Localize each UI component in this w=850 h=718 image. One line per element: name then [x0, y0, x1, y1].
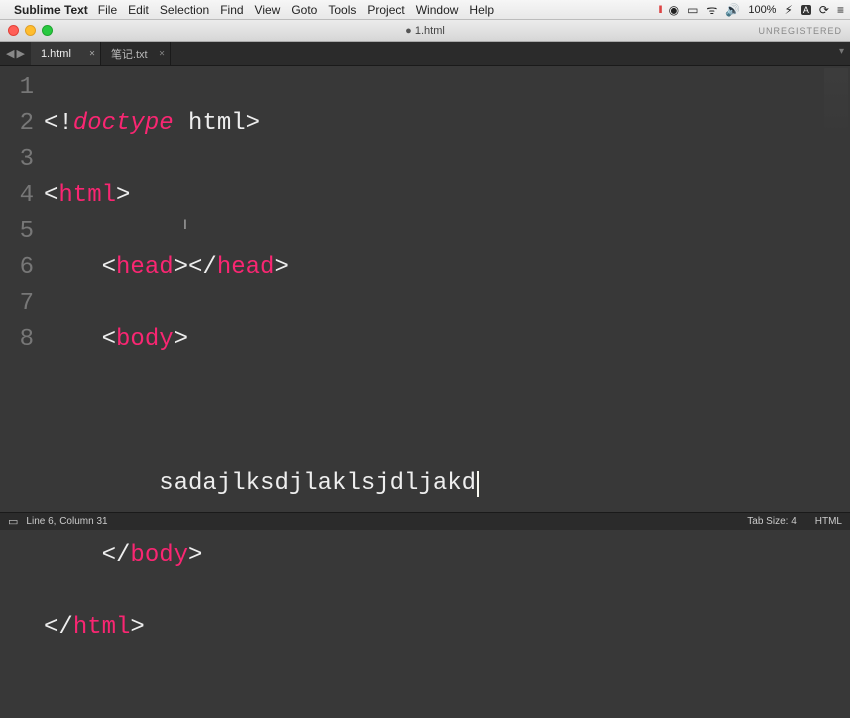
window-controls — [8, 25, 53, 36]
line-number: 5 — [0, 214, 34, 250]
tag-name: html — [58, 182, 116, 209]
menu-project[interactable]: Project — [367, 3, 404, 17]
unregistered-label: UNREGISTERED — [758, 26, 842, 36]
line-number: 6 — [0, 250, 34, 286]
macos-menubar: Sublime Text File Edit Selection Find Vi… — [0, 0, 850, 20]
menu-tools[interactable]: Tools — [328, 3, 356, 17]
indent — [44, 254, 102, 281]
wifi-icon[interactable]: ᯤ — [706, 1, 717, 18]
menu-goto[interactable]: Goto — [291, 3, 317, 17]
statusbar-panel-icon[interactable]: ▭ — [8, 515, 18, 528]
maximize-icon[interactable] — [42, 25, 53, 36]
punct: < — [102, 326, 116, 353]
dirty-indicator-icon: ● — [405, 25, 412, 37]
tab-nav-forward-icon[interactable]: ▶ — [16, 47, 24, 60]
punct: </ — [188, 254, 217, 281]
line-gutter: 1 2 3 4 5 6 7 8 — [0, 66, 44, 512]
tab-label: 1.html — [41, 48, 71, 60]
volume-icon[interactable]: 🔊 — [725, 3, 740, 17]
editor-area[interactable]: 1 2 3 4 5 6 7 8 <!doctype html> <html> <… — [0, 66, 850, 512]
punct: </ — [102, 542, 131, 569]
indent — [44, 470, 159, 497]
punct: > — [174, 326, 188, 353]
indent — [44, 398, 159, 425]
display-icon[interactable]: ▭ — [687, 3, 698, 17]
tag-name: head — [217, 254, 275, 281]
doctype-keyword: doctype — [73, 110, 174, 137]
menubar-app-name[interactable]: Sublime Text — [14, 3, 88, 17]
line-number: 7 — [0, 286, 34, 322]
punct: <! — [44, 110, 73, 137]
line-number: 1 — [0, 70, 34, 106]
battery-icon[interactable]: ⚡︎ — [784, 3, 792, 17]
menubar-right-icons: II ◉ ▭ ᯤ 🔊 100% ⚡︎ A ⟳ ≡ — [658, 1, 844, 18]
space — [174, 110, 188, 137]
pause-icon[interactable]: II — [658, 4, 660, 16]
punct: < — [44, 182, 58, 209]
status-cursor-pos[interactable]: Line 6, Column 31 — [26, 516, 107, 527]
punct: > — [130, 614, 144, 641]
punct: > — [116, 182, 130, 209]
close-tab-icon[interactable]: × — [89, 48, 95, 59]
line-number: 8 — [0, 322, 34, 358]
tab-nav-arrows: ◀ ▶ — [0, 42, 31, 65]
punct: > — [174, 254, 188, 281]
menu-edit[interactable]: Edit — [128, 3, 149, 17]
minimap[interactable] — [824, 68, 848, 128]
punct: > — [188, 542, 202, 569]
tab-label: 笔记.txt — [111, 46, 148, 62]
indent — [44, 326, 102, 353]
status-tabsize[interactable]: Tab Size: 4 — [747, 516, 796, 527]
menu-file[interactable]: File — [98, 3, 117, 17]
menu-window[interactable]: Window — [416, 3, 459, 17]
tag-name: html — [73, 614, 131, 641]
menu-help[interactable]: Help — [469, 3, 494, 17]
close-tab-icon[interactable]: × — [159, 48, 165, 59]
status-syntax[interactable]: HTML — [815, 516, 842, 527]
tag-name: head — [116, 254, 174, 281]
line-number: 2 — [0, 106, 34, 142]
line-number: 4 — [0, 178, 34, 214]
close-icon[interactable] — [8, 25, 19, 36]
line-number: 3 — [0, 142, 34, 178]
menu-view[interactable]: View — [255, 3, 281, 17]
tag-name: body — [116, 326, 174, 353]
battery-percent[interactable]: 100% — [748, 4, 776, 16]
menu-find[interactable]: Find — [220, 3, 243, 17]
punct: > — [274, 254, 288, 281]
tab-nav-back-icon[interactable]: ◀ — [6, 47, 14, 60]
screencast-icon[interactable]: ◉ — [669, 3, 679, 17]
tab-1html[interactable]: 1.html × — [31, 42, 101, 65]
notification-icon[interactable]: ≡ — [837, 3, 844, 17]
code-content[interactable]: <!doctype html> <html> <head></head> <bo… — [44, 66, 850, 512]
textinput-icon[interactable]: A — [801, 5, 811, 15]
tabbar-overflow-icon[interactable]: ▾ — [839, 46, 844, 57]
window-title: ● 1.html — [0, 25, 850, 37]
text-content: sadajlksdjlaklsjdljakd — [159, 470, 476, 497]
punct: > — [246, 110, 260, 137]
window-titlebar: ● 1.html UNREGISTERED — [0, 20, 850, 42]
sync-icon[interactable]: ⟳ — [819, 3, 829, 17]
tab-notes[interactable]: 笔记.txt × — [101, 42, 171, 65]
doctype-value: html — [188, 110, 246, 137]
minimize-icon[interactable] — [25, 25, 36, 36]
menu-selection[interactable]: Selection — [160, 3, 209, 17]
indent — [44, 542, 102, 569]
text-cursor — [477, 471, 479, 497]
punct: </ — [44, 614, 73, 641]
punct: < — [102, 254, 116, 281]
statusbar: ▭ Line 6, Column 31 Tab Size: 4 HTML — [0, 512, 850, 530]
tag-name: body — [130, 542, 188, 569]
editor-tabbar: ◀ ▶ 1.html × 笔记.txt × ▾ — [0, 42, 850, 66]
window-title-text: 1.html — [415, 25, 445, 37]
